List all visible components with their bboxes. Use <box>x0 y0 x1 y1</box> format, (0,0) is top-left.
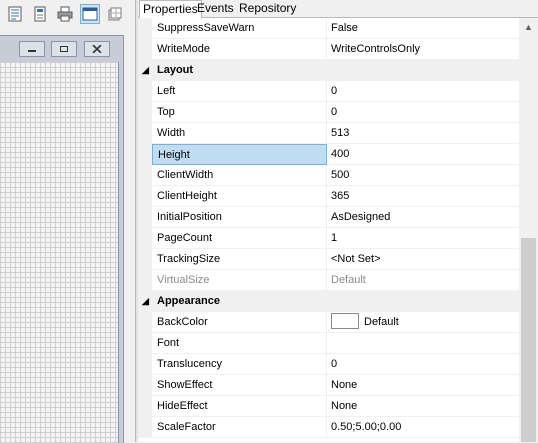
property-value[interactable]: 0 <box>327 354 519 375</box>
property-value[interactable]: 0 <box>327 102 519 123</box>
property-name: Width <box>152 123 327 144</box>
property-row[interactable]: InitialPosition AsDesigned <box>138 207 519 228</box>
property-value[interactable]: 0 <box>327 81 519 102</box>
property-row[interactable]: HideEffect None <box>138 396 519 417</box>
property-row[interactable]: WriteMode WriteControlsOnly <box>138 39 519 60</box>
property-value[interactable]: 400 <box>327 144 519 165</box>
properties-list-button[interactable] <box>5 4 25 24</box>
scrollbar-thumb[interactable] <box>521 238 536 442</box>
minimize-button[interactable] <box>19 41 45 57</box>
property-name: PageCount <box>152 228 327 249</box>
close-button[interactable] <box>84 41 110 57</box>
property-row[interactable]: ClientWidth 500 <box>138 165 519 186</box>
property-value[interactable]: 513 <box>327 123 519 144</box>
document-icon <box>34 6 46 22</box>
form-window-icon <box>82 7 98 21</box>
property-inspector: Properties Events Repository SuppressSav… <box>138 0 538 442</box>
property-row[interactable]: PageCount 1 <box>138 228 519 249</box>
property-value[interactable]: 500 <box>327 165 519 186</box>
grid-toggle-button[interactable] <box>105 4 125 24</box>
property-name: VirtualSize <box>152 270 327 291</box>
property-name: Left <box>152 81 327 102</box>
category-title: Layout <box>157 64 194 76</box>
maximize-icon <box>60 46 68 52</box>
property-value[interactable]: 365 <box>327 186 519 207</box>
property-value[interactable]: None <box>327 375 519 396</box>
minimize-icon <box>28 50 36 52</box>
property-row[interactable]: ShowEffect None <box>138 375 519 396</box>
property-row-readonly: VirtualSize Default <box>138 270 519 291</box>
property-name: ClientWidth <box>152 165 327 186</box>
property-value[interactable]: 0.50;5.00;0.00 <box>327 417 519 438</box>
property-value: Default <box>327 270 519 291</box>
property-value[interactable]: <Not Set> <box>327 249 519 270</box>
property-row[interactable]: ClientHeight 365 <box>138 186 519 207</box>
inspector-tabs: Properties Events Repository <box>138 0 538 19</box>
property-name: InitialPosition <box>152 207 327 228</box>
designer-pane <box>0 0 135 443</box>
property-row-selected[interactable]: Height 400 <box>138 144 519 165</box>
design-form[interactable] <box>0 35 124 443</box>
property-name-selected: Height <box>152 144 327 165</box>
category-layout[interactable]: ◢ Layout <box>138 60 519 81</box>
property-value[interactable]: None <box>327 396 519 417</box>
designer-toolbar <box>0 0 135 28</box>
property-row[interactable]: TrackingSize <Not Set> <box>138 249 519 270</box>
close-icon <box>92 45 102 53</box>
property-name: BackColor <box>152 312 327 333</box>
form-caption-bar[interactable] <box>0 36 123 62</box>
form-window-button[interactable] <box>80 4 100 24</box>
grid-toggle-icon <box>108 7 122 21</box>
color-value-label: Default <box>364 316 399 328</box>
category-title: Appearance <box>157 295 220 307</box>
tab-properties[interactable]: Properties <box>139 0 202 19</box>
form-design-canvas[interactable] <box>0 62 119 443</box>
collapse-triangle-icon[interactable]: ◢ <box>142 60 149 81</box>
property-name: Top <box>152 102 327 123</box>
property-value[interactable]: WriteControlsOnly <box>327 39 519 60</box>
vertical-scrollbar[interactable]: ▲ <box>519 18 538 442</box>
property-row[interactable]: SuppressSaveWarn False <box>138 18 519 39</box>
printer-button[interactable] <box>55 4 75 24</box>
property-value[interactable]: 1 <box>327 228 519 249</box>
collapse-triangle-icon[interactable]: ◢ <box>142 291 149 312</box>
document-button[interactable] <box>30 4 50 24</box>
property-row[interactable]: Top 0 <box>138 102 519 123</box>
tab-events[interactable]: Events <box>194 0 237 18</box>
scroll-up-arrow-icon[interactable]: ▲ <box>519 18 538 36</box>
property-row[interactable]: Width 513 <box>138 123 519 144</box>
properties-list-icon <box>8 6 22 22</box>
printer-icon <box>57 6 73 22</box>
property-name: Font <box>152 333 327 354</box>
property-row[interactable]: Font <box>138 333 519 354</box>
property-value[interactable] <box>327 333 519 354</box>
category-appearance[interactable]: ◢ Appearance <box>138 291 519 312</box>
property-name: HideEffect <box>152 396 327 417</box>
property-grid: SuppressSaveWarn False WriteMode WriteCo… <box>138 18 519 442</box>
property-name: SuppressSaveWarn <box>152 18 327 39</box>
property-value[interactable]: Default <box>327 312 519 333</box>
tab-repository[interactable]: Repository <box>236 0 299 18</box>
property-name: ClientHeight <box>152 186 327 207</box>
property-name: ScaleFactor <box>152 417 327 438</box>
property-value[interactable]: AsDesigned <box>327 207 519 228</box>
color-swatch[interactable] <box>331 313 359 330</box>
property-value[interactable]: False <box>327 18 519 39</box>
property-row[interactable]: Left 0 <box>138 81 519 102</box>
property-name: WriteMode <box>152 39 327 60</box>
property-name: Translucency <box>152 354 327 375</box>
property-row[interactable]: ScaleFactor 0.50;5.00;0.00 <box>138 417 519 438</box>
property-row[interactable]: BackColor Default <box>138 312 519 333</box>
property-name: TrackingSize <box>152 249 327 270</box>
property-row[interactable]: Translucency 0 <box>138 354 519 375</box>
maximize-button[interactable] <box>51 41 77 57</box>
property-name: ShowEffect <box>152 375 327 396</box>
